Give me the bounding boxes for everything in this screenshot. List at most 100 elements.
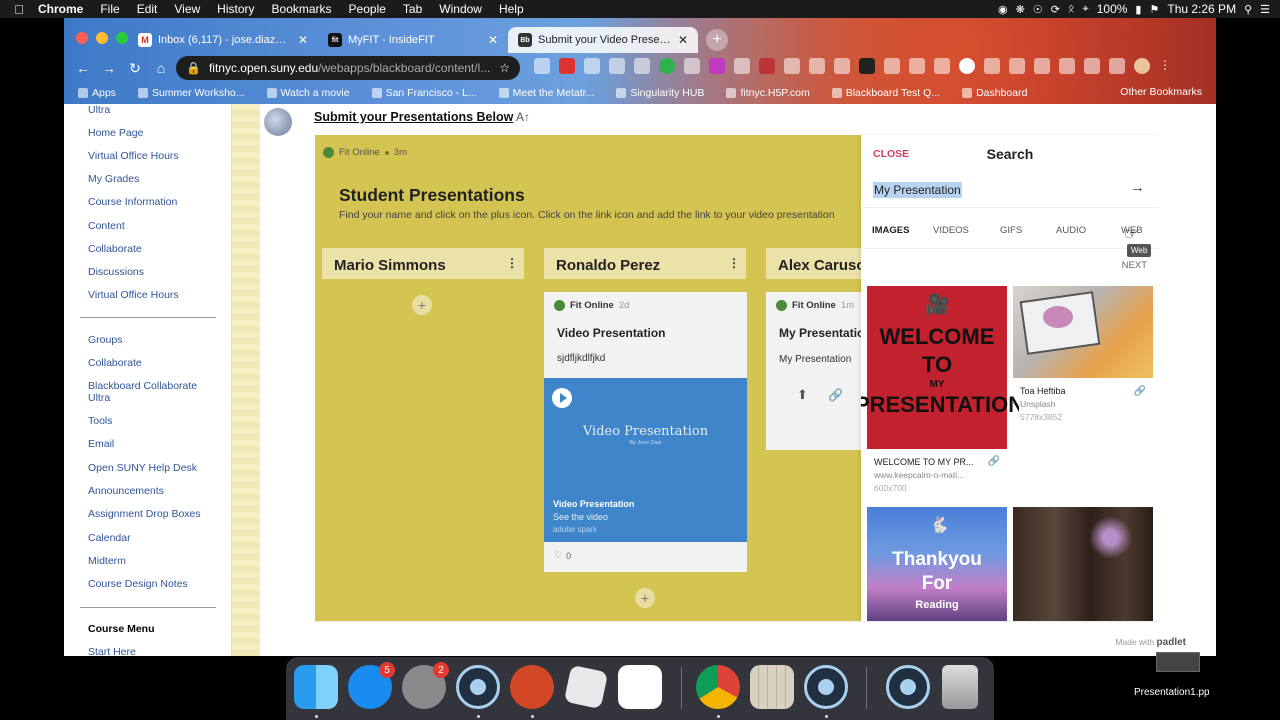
nav-midterm[interactable]: Midterm bbox=[88, 555, 126, 567]
text-size-icon[interactable]: A↑ bbox=[516, 110, 530, 124]
bookmark-item[interactable]: Dashboard bbox=[962, 87, 1027, 99]
arrow-right-icon[interactable]: → bbox=[1130, 179, 1145, 196]
forward-icon[interactable]: → bbox=[96, 60, 122, 76]
slack-icon[interactable] bbox=[618, 665, 662, 709]
nav-announcements[interactable]: Announcements bbox=[88, 485, 164, 497]
profile-avatar[interactable] bbox=[1134, 58, 1150, 74]
nav-course-information[interactable]: Course Information bbox=[88, 196, 177, 208]
menu-help[interactable]: Help bbox=[499, 2, 524, 16]
tab-audio[interactable]: AUDIO bbox=[1056, 225, 1086, 236]
home-icon[interactable]: ⌂ bbox=[148, 60, 174, 76]
result-image[interactable]: 🐇 Thankyou For Reading bbox=[867, 507, 1007, 621]
next-button[interactable]: NEXT bbox=[1122, 260, 1147, 271]
extension-icon[interactable] bbox=[534, 58, 550, 74]
chrome-icon[interactable] bbox=[696, 665, 740, 709]
record-icon[interactable]: ◉ bbox=[998, 3, 1008, 16]
extension-icon[interactable] bbox=[884, 58, 900, 74]
control-center-icon[interactable]: ☰ bbox=[1260, 3, 1270, 16]
upload-icon[interactable]: ⬆ bbox=[797, 387, 808, 403]
extension-icon[interactable] bbox=[584, 58, 600, 74]
extension-icon[interactable] bbox=[909, 58, 925, 74]
close-icon[interactable]: ✕ bbox=[298, 33, 308, 47]
video-attachment[interactable]: Video Presentation By Jose Diaz Video Pr… bbox=[544, 378, 747, 542]
extension-icon[interactable] bbox=[1034, 58, 1050, 74]
bookmark-item[interactable]: fitnyc.H5P.com bbox=[726, 87, 810, 99]
content-item-title[interactable]: Submit your Presentations Below bbox=[314, 110, 513, 124]
extension-icon[interactable] bbox=[609, 58, 625, 74]
other-bookmarks[interactable]: Other Bookmarks bbox=[1120, 86, 1202, 98]
creative-cloud-icon[interactable]: ❋ bbox=[1016, 3, 1025, 16]
search-result[interactable]: Toa Heftiba Unsplash 5778x3852 🔗 bbox=[1013, 286, 1153, 426]
link-icon[interactable]: 🔗 bbox=[1134, 386, 1146, 397]
screen-recorder-icon[interactable] bbox=[804, 665, 848, 709]
result-image[interactable]: 🎥 WELCOME TO MY PRESENTATION bbox=[861, 286, 1019, 449]
like-control[interactable]: ♡ 0 bbox=[554, 550, 571, 561]
screenshot-thumbnail[interactable] bbox=[1156, 652, 1200, 672]
nav-my-grades[interactable]: My Grades bbox=[88, 173, 139, 185]
nav-virtual-office-hours[interactable]: Virtual Office Hours bbox=[88, 150, 179, 162]
nav-course-design-notes[interactable]: Course Design Notes bbox=[88, 578, 188, 590]
bookmark-item[interactable]: Singularity HUB bbox=[616, 87, 704, 99]
roblox-icon[interactable] bbox=[563, 664, 609, 710]
result-image[interactable] bbox=[1013, 286, 1153, 378]
tab-myfit[interactable]: fit MyFIT - InsideFIT ✕ bbox=[318, 27, 508, 53]
menu-clock[interactable]: Thu 2:26 PM bbox=[1167, 2, 1236, 16]
made-with-padlet[interactable]: Made with padlet bbox=[1115, 637, 1186, 648]
menu-window[interactable]: Window bbox=[439, 2, 482, 16]
bookmark-item[interactable]: Blackboard Test Q... bbox=[831, 87, 940, 99]
nav-collaborate-2[interactable]: Collaborate bbox=[88, 357, 142, 369]
battery-percent[interactable]: 100% bbox=[1097, 2, 1128, 16]
finder-icon[interactable] bbox=[294, 665, 338, 709]
extension-icon[interactable] bbox=[809, 58, 825, 74]
extension-icon[interactable] bbox=[784, 58, 800, 74]
post-card-ronaldo[interactable]: Fit Online 2d Video Presentation sjdfljk… bbox=[544, 292, 747, 572]
address-bar[interactable]: 🔒 fitnyc.open.suny.edu/webapps/blackboar… bbox=[176, 56, 520, 80]
desktop-file-label[interactable]: Presentation1.pp bbox=[1134, 687, 1210, 698]
menu-kebab-icon[interactable]: ⋮ bbox=[1159, 58, 1175, 74]
search-input[interactable]: My Presentation bbox=[873, 182, 962, 198]
add-post-button[interactable]: + bbox=[635, 588, 655, 608]
extension-icon[interactable] bbox=[709, 58, 725, 74]
grammarly-icon[interactable] bbox=[659, 58, 675, 74]
add-post-button[interactable]: + bbox=[412, 295, 432, 315]
nav-blackboard-collaborate[interactable]: Blackboard Collaborate bbox=[88, 380, 197, 392]
extension-icon[interactable] bbox=[684, 58, 700, 74]
menu-app-name[interactable]: Chrome bbox=[38, 2, 83, 16]
nav-groups[interactable]: Groups bbox=[88, 334, 122, 346]
adblock-icon[interactable] bbox=[559, 58, 575, 74]
nav-home-page[interactable]: Home Page bbox=[88, 127, 143, 139]
extension-icon[interactable] bbox=[834, 58, 850, 74]
menu-people[interactable]: People bbox=[349, 2, 386, 16]
more-options-icon[interactable]: ⋮ bbox=[506, 256, 518, 270]
star-icon[interactable]: ☆ bbox=[499, 61, 510, 75]
nav-blackboard-collaborate-ultra[interactable]: Ultra bbox=[88, 392, 110, 404]
search-result[interactable]: 🎥 WELCOME TO MY PRESENTATION WELCOME TO … bbox=[861, 286, 1019, 496]
extension-icon[interactable] bbox=[1109, 58, 1125, 74]
bookmark-item[interactable]: San Francisco - L... bbox=[371, 87, 477, 99]
tab-images[interactable]: IMAGES bbox=[872, 225, 909, 236]
nav-discussions[interactable]: Discussions bbox=[88, 266, 144, 278]
bluetooth-icon[interactable]: ᛟ bbox=[1068, 3, 1075, 15]
tab-gmail[interactable]: M Inbox (6,117) - jose.diaz1@fitnyc.edu … bbox=[128, 27, 318, 53]
menu-tab[interactable]: Tab bbox=[403, 2, 422, 16]
system-preferences-icon[interactable]: 2 bbox=[402, 662, 449, 709]
extension-icon[interactable] bbox=[1084, 58, 1100, 74]
flag-icon[interactable]: ⚑ bbox=[1149, 3, 1159, 16]
back-icon[interactable]: ← bbox=[70, 60, 96, 76]
play-icon[interactable] bbox=[552, 388, 572, 408]
close-icon[interactable]: ✕ bbox=[678, 33, 688, 47]
nav-collaborate[interactable]: Collaborate bbox=[88, 243, 142, 255]
nav-tools[interactable]: Tools bbox=[88, 415, 113, 427]
link-icon[interactable]: 🔗 bbox=[828, 388, 843, 402]
menu-history[interactable]: History bbox=[217, 2, 254, 16]
menu-view[interactable]: View bbox=[174, 2, 200, 16]
bookmark-apps[interactable]: Apps bbox=[78, 87, 116, 99]
close-icon[interactable]: ✕ bbox=[488, 33, 498, 47]
trash-icon[interactable] bbox=[942, 665, 978, 709]
tab-videos[interactable]: VIDEOS bbox=[933, 225, 969, 236]
extension-icon[interactable] bbox=[634, 58, 650, 74]
screen-recorder-icon[interactable] bbox=[886, 665, 930, 709]
menu-bookmarks[interactable]: Bookmarks bbox=[272, 2, 332, 16]
extension-icon[interactable] bbox=[1059, 58, 1075, 74]
powerpoint-icon[interactable] bbox=[510, 665, 554, 709]
